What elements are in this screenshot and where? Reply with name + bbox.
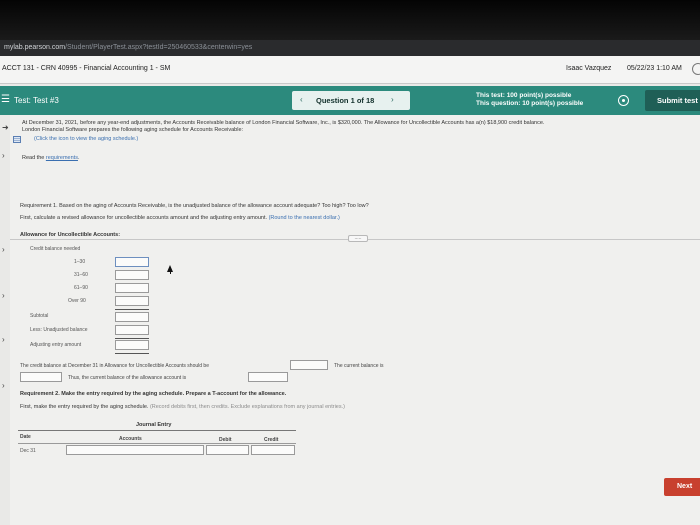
requirement2-instruction-hint: (Record debits first, then credits. Excl…	[149, 404, 345, 410]
subtotal-label: Subtotal	[30, 313, 49, 319]
column-date: Date	[20, 434, 31, 440]
requirement1-instruction: First, calculate a revised allowance for…	[20, 215, 340, 221]
adjusting-entry-label: Adjusting entry amount	[30, 342, 82, 348]
browser-url-bar[interactable]: mylab.pearson.com/Student/PlayerTest.asp…	[0, 40, 700, 56]
credit-balance-needed-label: Credit balance needed	[30, 246, 81, 252]
debit-input[interactable]	[206, 445, 249, 455]
read-prefix: Read the	[22, 155, 45, 161]
mouse-cursor-icon	[167, 265, 173, 274]
credit-balance-sentence: The credit balance at December 31 in All…	[20, 363, 209, 369]
requirement1-instruction-hint: (Round to the nearest dollar.)	[268, 215, 340, 221]
menu-icon[interactable]: ☰	[1, 94, 10, 105]
sum-rule	[115, 338, 149, 339]
current-balance-input[interactable]	[20, 372, 62, 382]
current-balance-label: The current balance is	[334, 363, 384, 369]
aging-row-label: 31–60	[74, 272, 88, 278]
arrow-right-icon: ➜	[2, 123, 9, 132]
url-path: /Student/PlayerTest.aspx?testId=25046053…	[65, 44, 253, 51]
table-icon[interactable]	[13, 136, 21, 143]
requirement2-text: Requirement 2. Make the entry required b…	[20, 391, 287, 397]
account-select[interactable]	[66, 445, 204, 455]
aging-amount-input[interactable]	[115, 257, 149, 267]
question-navigator: ‹ Question 1 of 18 ›	[292, 91, 410, 110]
aging-amount-input[interactable]	[115, 283, 149, 293]
user-name: Isaac Vazquez	[566, 65, 612, 72]
adequacy-select[interactable]	[248, 372, 288, 382]
problem-intro-line2: London Financial Software prepares the f…	[22, 127, 244, 133]
monitor-bezel	[0, 0, 700, 40]
settings-gear-icon[interactable]	[618, 95, 629, 106]
course-header: ACCT 131 - CRN 40995 - Financial Account…	[0, 56, 700, 84]
subtotal-input[interactable]	[115, 312, 149, 322]
datetime: 05/22/23 1:10 AM	[627, 65, 682, 72]
problem-intro-line1: At December 31, 2021, before any year-en…	[22, 120, 545, 126]
requirements-link[interactable]: requirements	[46, 155, 78, 161]
read-requirements: Read the requirements.	[22, 155, 80, 161]
chevron-right-icon: ›	[2, 151, 5, 160]
refresh-icon[interactable]	[692, 63, 700, 75]
journal-row-date: Dec 31	[20, 448, 36, 454]
chevron-right-icon: ›	[2, 291, 5, 300]
requirement1-text: Requirement 1. Based on the aging of Acc…	[20, 203, 369, 209]
double-rule	[115, 353, 149, 354]
chevron-right-icon: ›	[2, 335, 5, 344]
less-unadjusted-label: Less: Unadjusted balance	[30, 327, 88, 333]
journal-rule	[18, 443, 296, 444]
question-points: This question: 10 point(s) possible	[476, 100, 584, 107]
test-title: Test: Test #3	[14, 96, 59, 105]
requirement2-instruction-main: First, make the entry required by the ag…	[20, 404, 149, 410]
thus-sentence: Thus, the current balance of the allowan…	[68, 375, 187, 381]
aging-row-label: Over 90	[68, 298, 86, 304]
next-button[interactable]: Next	[664, 478, 700, 496]
aging-amount-input[interactable]	[115, 270, 149, 280]
aging-row-label: 1–30	[74, 259, 86, 265]
app-screen: ACCT 131 - CRN 40995 - Financial Account…	[0, 56, 700, 525]
points-info: This test: 100 point(s) possible This qu…	[476, 92, 583, 108]
course-title: ACCT 131 - CRN 40995 - Financial Account…	[2, 65, 171, 72]
requirement1-instruction-main: First, calculate a revised allowance for…	[20, 215, 268, 221]
submit-test-button[interactable]: Submit test	[645, 90, 700, 111]
next-question-icon[interactable]: ›	[391, 95, 394, 104]
left-gutter: ➜ › › › › ›	[0, 115, 10, 525]
aging-schedule-link[interactable]: (Click the icon to view the aging schedu…	[34, 136, 138, 142]
journal-rule	[18, 430, 296, 431]
credit-balance-input[interactable]	[290, 360, 328, 370]
column-accounts: Accounts	[119, 436, 142, 442]
expand-more-button[interactable]: .....	[348, 235, 368, 242]
url-host: mylab.pearson.com	[4, 44, 66, 51]
chevron-right-icon: ›	[2, 245, 5, 254]
allowance-heading: Allowance for Uncollectible Accounts:	[20, 232, 121, 238]
aging-row-label: 61–90	[74, 285, 88, 291]
test-points: This test: 100 point(s) possible	[476, 92, 572, 99]
journal-title: Journal Entry	[136, 422, 172, 428]
credit-input[interactable]	[251, 445, 295, 455]
sum-rule	[115, 309, 149, 310]
test-toolbar: ☰ Test: Test #3 ‹ Question 1 of 18 › Thi…	[0, 86, 700, 115]
aging-amount-input[interactable]	[115, 296, 149, 306]
unadjusted-balance-input[interactable]	[115, 325, 149, 335]
question-label[interactable]: Question 1 of 18	[316, 96, 374, 105]
chevron-right-icon: ›	[2, 381, 5, 390]
question-panel: At December 31, 2021, before any year-en…	[10, 115, 700, 525]
requirement2-instruction: First, make the entry required by the ag…	[20, 404, 345, 410]
adjusting-entry-input[interactable]	[115, 340, 149, 350]
previous-question-icon[interactable]: ‹	[300, 95, 303, 104]
